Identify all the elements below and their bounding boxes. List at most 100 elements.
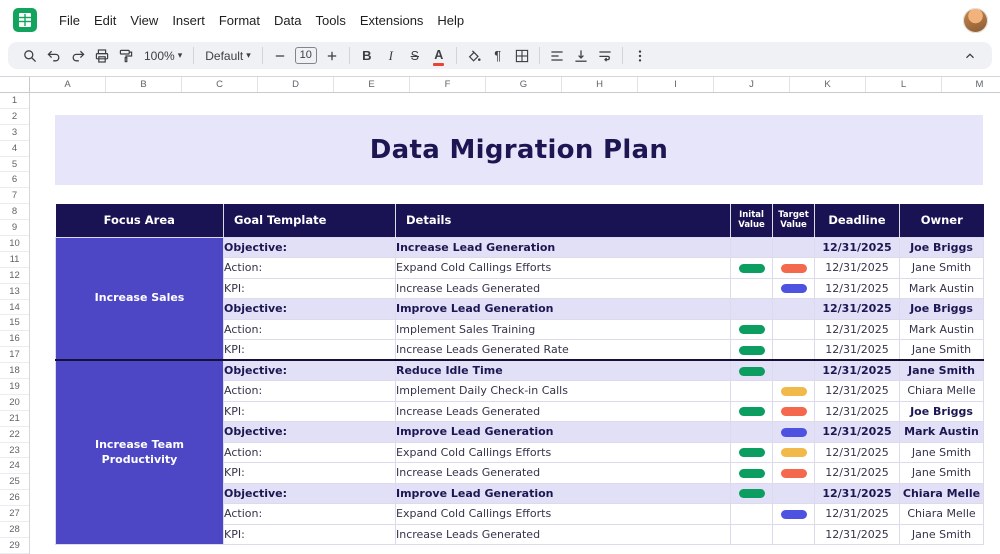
- owner-cell[interactable]: Jane Smith: [899, 359, 984, 381]
- row-header-24[interactable]: 24: [0, 458, 29, 475]
- search-icon[interactable]: [18, 44, 42, 67]
- column-header-d[interactable]: D: [258, 77, 334, 92]
- goal-label-cell[interactable]: Action:: [223, 380, 396, 402]
- print-icon[interactable]: [90, 44, 114, 67]
- details-cell[interactable]: Implement Sales Training: [395, 318, 731, 340]
- deadline-cell[interactable]: 12/31/2025: [814, 421, 900, 443]
- initial-value-cell[interactable]: [730, 257, 773, 279]
- paint-format-icon[interactable]: [114, 44, 138, 67]
- row-header-15[interactable]: 15: [0, 315, 29, 332]
- row-header-25[interactable]: 25: [0, 474, 29, 491]
- row-header-4[interactable]: 4: [0, 141, 29, 157]
- initial-value-cell[interactable]: [730, 359, 773, 381]
- goal-label-cell[interactable]: KPI:: [223, 400, 396, 422]
- initial-value-cell[interactable]: [730, 236, 773, 258]
- avatar[interactable]: [963, 7, 988, 33]
- row-header-29[interactable]: 29: [0, 538, 29, 554]
- row-header-7[interactable]: 7: [0, 188, 29, 205]
- bold-icon[interactable]: B: [355, 44, 379, 67]
- select-all-corner[interactable]: [0, 77, 30, 92]
- initial-value-cell[interactable]: [730, 380, 773, 402]
- goal-label-cell[interactable]: Action:: [223, 503, 396, 525]
- row-header-13[interactable]: 13: [0, 284, 29, 300]
- goal-label-cell[interactable]: Objective:: [223, 298, 396, 320]
- row-header-14[interactable]: 14: [0, 300, 29, 316]
- target-value-cell[interactable]: [772, 441, 815, 463]
- column-header-e[interactable]: E: [334, 77, 410, 92]
- deadline-cell[interactable]: 12/31/2025: [814, 339, 900, 361]
- row-header-10[interactable]: 10: [0, 236, 29, 252]
- row-header-2[interactable]: 2: [0, 109, 29, 125]
- initial-value-cell[interactable]: [730, 400, 773, 422]
- text-color-icon[interactable]: A: [427, 44, 451, 67]
- row-header-11[interactable]: 11: [0, 252, 29, 268]
- target-value-cell[interactable]: [772, 359, 815, 381]
- deadline-cell[interactable]: 12/31/2025: [814, 503, 900, 525]
- menu-item-insert[interactable]: Insert: [165, 9, 212, 32]
- menu-item-extensions[interactable]: Extensions: [353, 9, 431, 32]
- row-header-6[interactable]: 6: [0, 172, 29, 189]
- row-header-12[interactable]: 12: [0, 268, 29, 284]
- initial-value-cell[interactable]: [730, 421, 773, 443]
- deadline-cell[interactable]: 12/31/2025: [814, 462, 900, 484]
- owner-cell[interactable]: Jane Smith: [899, 441, 984, 463]
- row-header-27[interactable]: 27: [0, 506, 29, 523]
- deadline-cell[interactable]: 12/31/2025: [814, 359, 900, 381]
- row-header-18[interactable]: 18: [0, 363, 29, 380]
- strikethrough-icon[interactable]: S: [403, 44, 427, 67]
- owner-cell[interactable]: Chiara Melle: [899, 503, 984, 525]
- initial-value-cell[interactable]: [730, 318, 773, 340]
- owner-cell[interactable]: Joe Briggs: [899, 236, 984, 258]
- deadline-cell[interactable]: 12/31/2025: [814, 298, 900, 320]
- menu-item-file[interactable]: File: [52, 9, 87, 32]
- more-options-icon[interactable]: [628, 44, 652, 67]
- column-header-m[interactable]: M: [942, 77, 1000, 92]
- menu-item-format[interactable]: Format: [212, 9, 267, 32]
- horizontal-align-icon[interactable]: [545, 44, 569, 67]
- owner-cell[interactable]: Mark Austin: [899, 421, 984, 443]
- row-header-5[interactable]: 5: [0, 157, 29, 173]
- redo-icon[interactable]: [66, 44, 90, 67]
- target-value-cell[interactable]: [772, 380, 815, 402]
- row-header-16[interactable]: 16: [0, 331, 29, 348]
- deadline-cell[interactable]: 12/31/2025: [814, 482, 900, 504]
- details-cell[interactable]: Improve Lead Generation: [395, 421, 731, 443]
- initial-value-cell[interactable]: [730, 277, 773, 299]
- target-value-cell[interactable]: [772, 523, 815, 545]
- deadline-cell[interactable]: 12/31/2025: [814, 523, 900, 545]
- row-header-9[interactable]: 9: [0, 220, 29, 237]
- row-header-21[interactable]: 21: [0, 411, 29, 427]
- column-header-i[interactable]: I: [638, 77, 714, 92]
- deadline-cell[interactable]: 12/31/2025: [814, 236, 900, 258]
- deadline-cell[interactable]: 12/31/2025: [814, 380, 900, 402]
- details-cell[interactable]: Increase Leads Generated: [395, 400, 731, 422]
- menu-item-view[interactable]: View: [123, 9, 165, 32]
- spreadsheet-canvas[interactable]: Data Migration Plan Focus Area Goal Templ…: [30, 93, 1000, 554]
- goal-label-cell[interactable]: KPI:: [223, 339, 396, 361]
- initial-value-cell[interactable]: [730, 503, 773, 525]
- fill-color-icon[interactable]: [462, 44, 486, 67]
- details-cell[interactable]: Implement Daily Check-in Calls: [395, 380, 731, 402]
- target-value-cell[interactable]: [772, 257, 815, 279]
- menu-item-edit[interactable]: Edit: [87, 9, 123, 32]
- details-cell[interactable]: Expand Cold Callings Efforts: [395, 257, 731, 279]
- goal-label-cell[interactable]: Action:: [223, 441, 396, 463]
- owner-cell[interactable]: Jane Smith: [899, 339, 984, 361]
- details-cell[interactable]: Expand Cold Callings Efforts: [395, 441, 731, 463]
- deadline-cell[interactable]: 12/31/2025: [814, 277, 900, 299]
- initial-value-cell[interactable]: [730, 523, 773, 545]
- column-header-c[interactable]: C: [182, 77, 258, 92]
- borders-icon[interactable]: [510, 44, 534, 67]
- target-value-cell[interactable]: [772, 236, 815, 258]
- focus-area-cell[interactable]: Increase Sales: [55, 236, 224, 361]
- row-header-26[interactable]: 26: [0, 490, 29, 507]
- focus-area-cell[interactable]: Increase Team Productivity: [55, 359, 224, 545]
- details-cell[interactable]: Expand Cold Callings Efforts: [395, 503, 731, 525]
- deadline-cell[interactable]: 12/31/2025: [814, 318, 900, 340]
- row-header-17[interactable]: 17: [0, 347, 29, 364]
- owner-cell[interactable]: Chiara Melle: [899, 482, 984, 504]
- goal-label-cell[interactable]: Action:: [223, 257, 396, 279]
- menu-item-data[interactable]: Data: [267, 9, 308, 32]
- column-header-f[interactable]: F: [410, 77, 486, 92]
- menu-item-help[interactable]: Help: [430, 9, 471, 32]
